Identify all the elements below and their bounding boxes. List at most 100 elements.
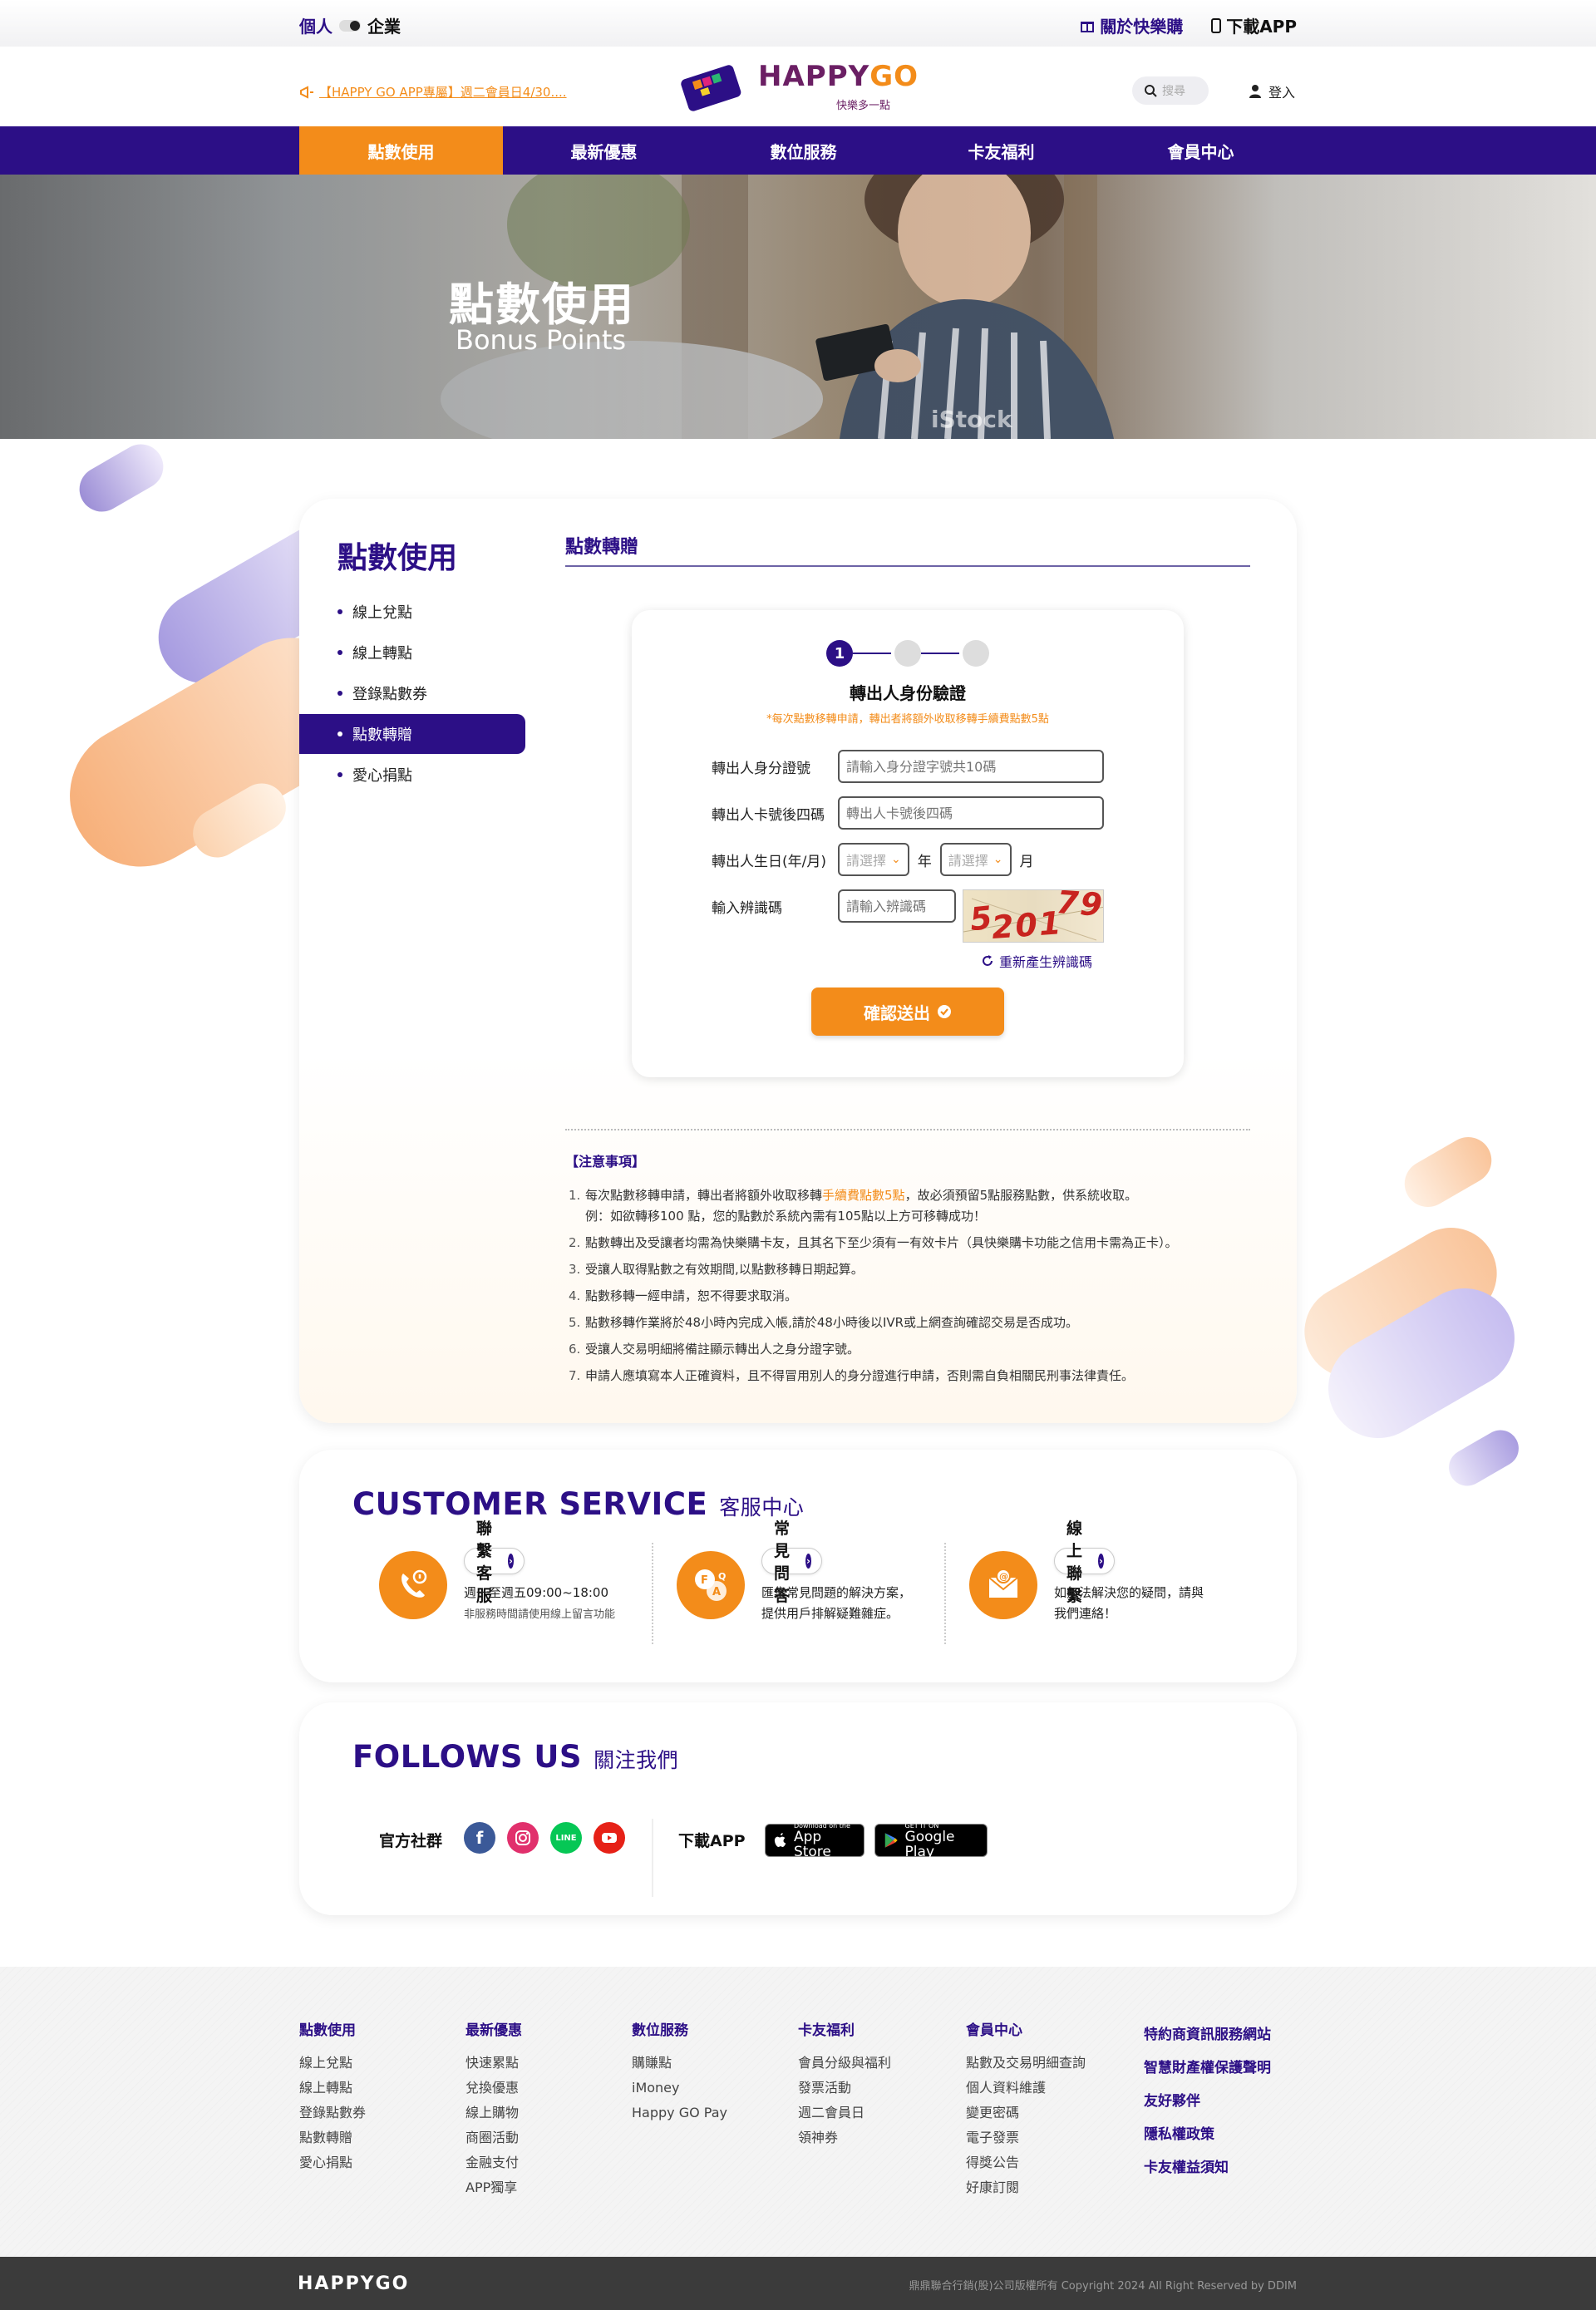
captcha-image: 5 201 79	[963, 889, 1104, 943]
contact-support-button[interactable]: 聯繫客服 ›	[464, 1519, 525, 1605]
chevron-right-icon: ›	[507, 1554, 515, 1569]
footer-link[interactable]: APP獨享	[466, 2175, 522, 2200]
footer-link[interactable]: 購賺點	[632, 2051, 727, 2076]
footer-link[interactable]: 發票活動	[798, 2076, 891, 2101]
birth-year-select[interactable]: 請選擇 ⌄	[838, 843, 909, 876]
footer-policy-link[interactable]: 隱私權政策	[1144, 2118, 1271, 2151]
footer-link[interactable]: 會員分級與福利	[798, 2051, 891, 2076]
nav-cardholder-benefits[interactable]: 卡友福利	[899, 126, 1103, 175]
footer-link[interactable]: 點數及交易明細查詢	[966, 2051, 1086, 2076]
refresh-captcha-button[interactable]: 重新產生辨識碼	[981, 951, 1092, 971]
footer-link[interactable]: 線上購物	[466, 2101, 522, 2125]
decor-pill	[71, 436, 172, 520]
audience-switch[interactable]: 個人 企業	[299, 13, 401, 37]
divider	[652, 1543, 653, 1644]
youtube-icon[interactable]	[594, 1822, 625, 1854]
login-button[interactable]: 登入	[1249, 81, 1295, 101]
footer-policy-link[interactable]: 智慧財產權保護聲明	[1144, 2051, 1271, 2085]
app-label: 下載APP	[678, 1832, 746, 1850]
gplay-label: Google Play	[904, 1828, 955, 1860]
sidebar-item-online-redeem[interactable]: 線上兌點	[299, 592, 525, 632]
footer-policy-link[interactable]: 特約商資訊服務網站	[1144, 2018, 1271, 2051]
cs-desc-line: 我們連絡！	[1054, 1606, 1117, 1621]
nav-member-center[interactable]: 會員中心	[1099, 126, 1303, 175]
submit-button[interactable]: 確認送出	[811, 988, 1004, 1036]
footer-col-title: 點數使用	[299, 2022, 356, 2039]
follow-us-title-zh: 關注我們	[594, 1748, 679, 1772]
footer-col-benefits: 卡友福利 會員分級與福利 發票活動 週二會員日 領神券	[798, 2018, 891, 2150]
notice-num: 2.	[569, 1235, 581, 1250]
footer-link[interactable]: 個人資料維護	[966, 2076, 1086, 2101]
announcement-marquee[interactable]: 【HAPPY GO APP專屬】週二會員日4/30....	[299, 83, 567, 101]
sidebar-item-register-voucher[interactable]: 登錄點數券	[299, 673, 525, 713]
footer-link[interactable]: 電子發票	[966, 2125, 1086, 2150]
appstore-label: App Store	[793, 1828, 831, 1860]
happygo-logo[interactable]: HAPPYGO 快樂多一點	[678, 58, 918, 113]
nav-digital-services[interactable]: 數位服務	[702, 126, 905, 175]
cs-desc-line: 匯集常見問題的解決方案，	[761, 1585, 912, 1600]
hero-subtitle: Bonus Points	[456, 324, 627, 356]
points-transfer-card: 點數使用 線上兌點 線上轉點 登錄點數券 點數轉贈 愛心捐點 點數轉贈 1 轉出…	[299, 499, 1297, 1423]
footer-link[interactable]: 線上兌點	[299, 2051, 366, 2076]
captcha-input[interactable]	[838, 889, 956, 923]
sidebar-item-points-gift[interactable]: 點數轉贈	[299, 714, 525, 754]
personal-label[interactable]: 個人	[299, 13, 332, 37]
footer-link[interactable]: 金融支付	[466, 2150, 522, 2175]
nav-points-usage[interactable]: 點數使用	[299, 126, 503, 175]
birth-month-select[interactable]: 請選擇 ⌄	[939, 843, 1012, 876]
line-icon[interactable]: LINE	[550, 1822, 582, 1854]
footer-link[interactable]: 得獎公告	[966, 2150, 1086, 2175]
footer-link[interactable]: 週二會員日	[798, 2101, 891, 2125]
step-indicator: 1	[826, 640, 989, 667]
footer-policy-link[interactable]: 卡友權益須知	[1144, 2151, 1271, 2184]
refresh-icon	[983, 955, 993, 966]
svg-text:@: @	[999, 1571, 1008, 1582]
svg-text:Q: Q	[718, 1571, 726, 1582]
business-label[interactable]: 企業	[367, 13, 401, 37]
footer-link[interactable]: 好康訂閱	[966, 2175, 1086, 2200]
footer-link[interactable]: 快速累點	[466, 2051, 522, 2076]
footer-col-member: 會員中心 點數及交易明細查詢 個人資料維護 變更密碼 電子發票 得獎公告 好康訂…	[966, 2018, 1086, 2200]
select-placeholder: 請選擇	[948, 853, 988, 869]
divider	[652, 1819, 653, 1897]
captcha-char: 201	[990, 904, 1064, 943]
contact-support-desc: 週一至週五09:00~18:00 非服務時間請使用線上留言功能	[464, 1583, 615, 1625]
faq-button[interactable]: 常見問答 ›	[761, 1519, 823, 1605]
card-last4-input[interactable]	[838, 796, 1104, 830]
nav-latest-offers[interactable]: 最新優惠	[502, 126, 706, 175]
footer-col-title: 最新優惠	[466, 2022, 522, 2039]
cs-desc-line: 非服務時間請使用線上留言功能	[464, 1608, 616, 1621]
customer-service-card: CUSTOMER SERVICE 客服中心 聯繫客服 › 週一至週五09:00~18…	[299, 1450, 1297, 1682]
instagram-icon[interactable]	[507, 1822, 539, 1854]
chevron-down-icon: ⌄	[993, 853, 1003, 866]
audience-toggle[interactable]	[339, 19, 361, 32]
facebook-icon[interactable]: f	[464, 1822, 495, 1854]
footer-link[interactable]: 愛心捐點	[299, 2150, 366, 2175]
instagram-glyph	[515, 1830, 530, 1845]
footer-link[interactable]: 兌換優惠	[466, 2076, 522, 2101]
footer-policy-link[interactable]: 友好夥伴	[1144, 2085, 1271, 2118]
sidebar-item-charity-donate[interactable]: 愛心捐點	[299, 755, 525, 795]
footer-link[interactable]: 領神券	[798, 2125, 891, 2150]
footer-link[interactable]: 商圈活動	[466, 2125, 522, 2150]
search-icon[interactable]	[1144, 84, 1157, 97]
footer-link[interactable]: Happy GO Pay	[632, 2101, 727, 2125]
download-app-link[interactable]: 下載APP	[1211, 13, 1297, 37]
footer-link[interactable]: 變更密碼	[966, 2101, 1086, 2125]
footer-link[interactable]: 線上轉點	[299, 2076, 366, 2101]
user-icon	[1249, 85, 1261, 98]
online-contact-button[interactable]: 線上聯繫 ›	[1054, 1519, 1116, 1605]
search-input[interactable]: 搜尋	[1132, 76, 1209, 105]
footer-link[interactable]: iMoney	[632, 2076, 727, 2101]
id-number-input[interactable]	[838, 750, 1104, 783]
notice-item: 7. 申請人應填寫本人正確資料，且不得冒用別人的身分證進行申請，否則需自負相關民刑…	[565, 1366, 1264, 1386]
footer-link[interactable]: 登錄點數券	[299, 2101, 366, 2125]
verification-form: 1 轉出人身份驗證 *每次點數移轉申請，轉出者將額外收取移轉手續費點數5點 轉出…	[632, 610, 1184, 1077]
google-play-button[interactable]: GET IT ON Google Play	[874, 1822, 988, 1860]
sidebar-item-online-transfer[interactable]: 線上轉點	[299, 633, 525, 672]
footer-brand-logo: HAPPYGO	[298, 2273, 410, 2294]
footer-link[interactable]: 點數轉贈	[299, 2125, 366, 2150]
about-link[interactable]: 關於快樂購	[1080, 13, 1183, 37]
app-store-button[interactable]: Download on the App Store	[765, 1822, 864, 1860]
captcha-row: 輸入辨識碼	[712, 889, 956, 923]
